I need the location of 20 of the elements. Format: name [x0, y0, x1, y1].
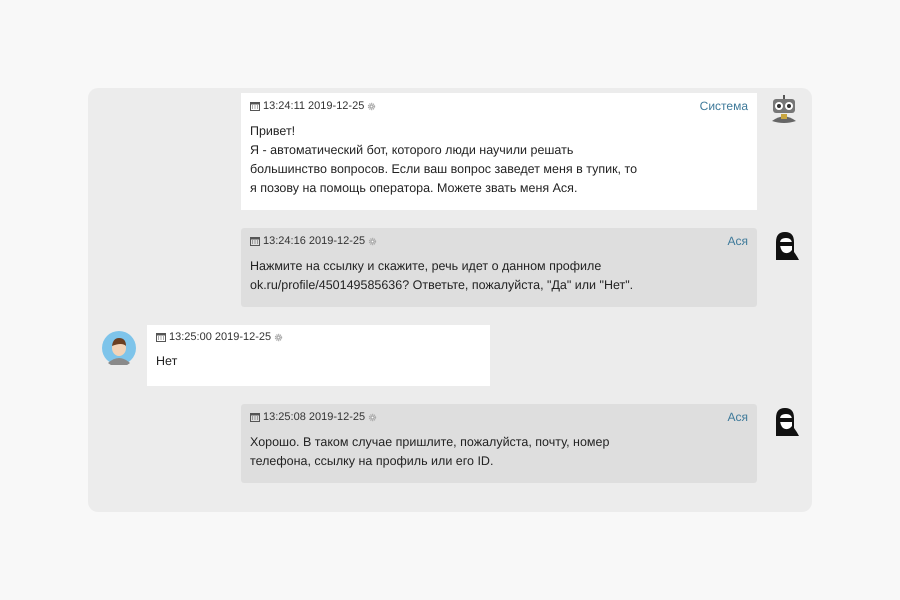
calendar-icon — [250, 412, 260, 422]
author-name[interactable]: Система — [700, 99, 748, 113]
settings-icon[interactable] — [367, 102, 376, 110]
message-time: 13:24:11 2019-12-25 — [263, 100, 364, 112]
settings-icon[interactable] — [368, 412, 378, 422]
message-time: 13:25:08 2019-12-25 — [263, 411, 366, 423]
message-time: 13:24:16 2019-12-25 — [263, 235, 366, 247]
message-text: Нажмите на ссылку и скажите, речь идет о данном профиле ok.ru/profile/450149585636? Ответьте, пожалуйста, "Да" или "Нет". — [250, 258, 634, 294]
calendar-icon — [156, 332, 166, 342]
message-text: Нет — [156, 353, 178, 370]
author-name[interactable]: Ася — [727, 234, 748, 248]
settings-icon[interactable] — [368, 236, 378, 246]
message-text: Привет! Я - автоматический бот, которого люди научили решать большинство вопросов. Если ваш вопрос заведет меня в тупик, то я позову на помощь оператора. Можете звать меня Ася. — [250, 123, 638, 197]
message-time: 13:25:00 2019-12-25 — [169, 331, 272, 343]
calendar-icon — [250, 236, 260, 246]
message-text: Хорошо. В таком случае пришлите, пожалуйста, почту, номер телефона, ссылку на профиль или его ID. — [250, 434, 610, 470]
avatar-icon — [102, 331, 136, 365]
calendar-icon — [250, 101, 260, 111]
author-name[interactable]: Ася — [727, 410, 748, 424]
settings-icon[interactable] — [274, 332, 284, 342]
